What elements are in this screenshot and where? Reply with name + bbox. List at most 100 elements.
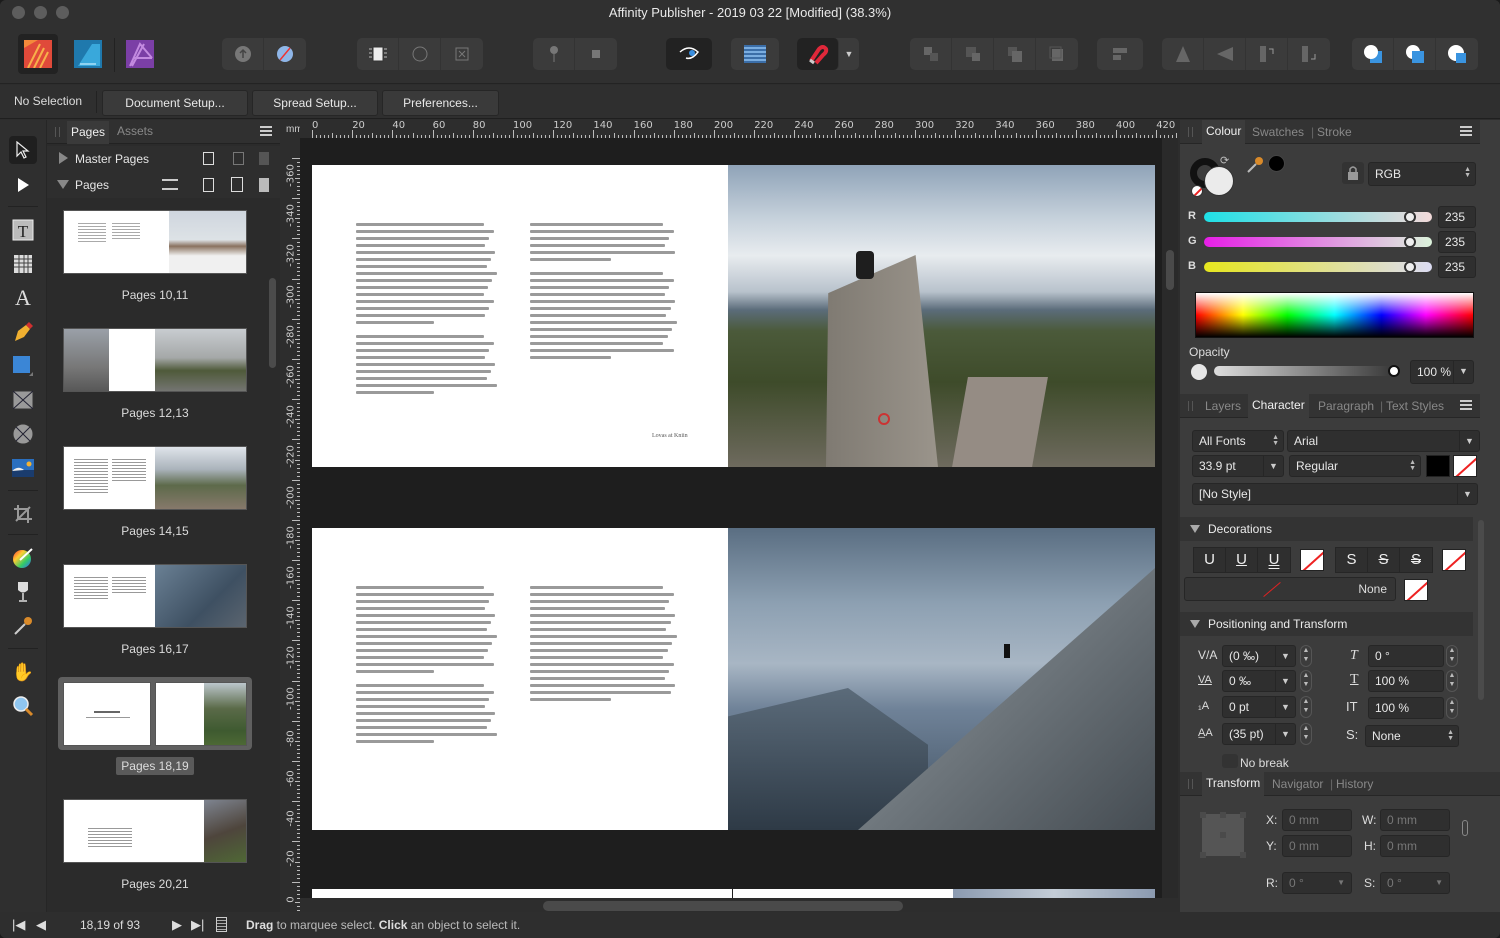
opacity-slider-knob[interactable] <box>1388 365 1400 377</box>
vector-crop-tool[interactable] <box>9 500 37 528</box>
underline-double-button[interactable]: U <box>1258 548 1290 572</box>
strikethrough-single-button[interactable]: S <box>1368 548 1400 572</box>
font-family-select[interactable]: Arial ▼ <box>1287 430 1480 452</box>
designer-persona-button[interactable] <box>68 34 108 74</box>
leading-stepper[interactable]: ▲ ▼ <box>1300 723 1312 745</box>
photo-climber-on-monument[interactable] <box>728 165 1155 467</box>
channel-slider-r[interactable] <box>1204 211 1432 223</box>
spread-thumbnail-12-13[interactable] <box>63 328 247 392</box>
flow-button[interactable] <box>222 38 264 70</box>
font-style-select[interactable]: Regular ▲ ▼ <box>1289 455 1421 477</box>
underline-button[interactable]: U <box>1194 548 1226 572</box>
colour-spectrum[interactable] <box>1195 292 1474 338</box>
decoration-line-style[interactable]: None <box>1184 577 1396 601</box>
zoom-tool[interactable] <box>9 692 37 720</box>
text-frame-column[interactable] <box>356 223 498 398</box>
snapping-button[interactable] <box>797 38 839 70</box>
vertical-scale-stepper[interactable]: ▲ ▼ <box>1446 697 1458 719</box>
chevron-down-icon[interactable]: ▼ <box>1263 456 1283 476</box>
spread-thumbnail-14-15[interactable] <box>63 446 247 510</box>
view-tool[interactable]: ✋ <box>9 658 37 686</box>
spread-thumbnail-10-11[interactable] <box>63 210 247 274</box>
picked-colour-swatch[interactable] <box>1268 155 1285 172</box>
photo-spread-3[interactable] <box>953 889 1155 898</box>
lock-button[interactable] <box>1342 162 1364 184</box>
tracking-field[interactable]: (0 ‰) ▼ <box>1222 645 1296 667</box>
rotation-field[interactable]: 0 ° ▼ <box>1282 872 1352 894</box>
spread-setup-button[interactable]: Spread Setup... <box>252 90 378 116</box>
canvas-horizontal-scrollbar[interactable] <box>543 901 903 911</box>
pages-section[interactable]: Pages <box>47 172 280 198</box>
tab-pages[interactable]: Pages <box>67 121 110 144</box>
chevron-down-icon[interactable]: ▼ <box>1275 697 1295 717</box>
tab-assets[interactable]: Assets <box>117 124 153 138</box>
link-aspect-icon[interactable] <box>1462 820 1468 836</box>
channel-value-r[interactable]: 235 <box>1438 206 1476 228</box>
no-colour-icon[interactable] <box>1191 185 1203 197</box>
artistic-text-tool[interactable]: A <box>9 284 37 312</box>
strikethrough-button[interactable]: S <box>1336 548 1368 572</box>
inline-button[interactable] <box>575 38 617 70</box>
minimize-window-button[interactable] <box>34 6 47 19</box>
page-left-spread-1[interactable]: Lovas at Kniin <box>312 165 728 467</box>
spread-thumbnail-20-21[interactable] <box>63 799 247 863</box>
font-collection-select[interactable]: All Fonts ▲ ▼ <box>1192 430 1284 452</box>
snapping-options-dropdown[interactable]: ▼ <box>839 38 859 70</box>
text-frame-column[interactable] <box>530 586 678 705</box>
chevron-down-icon[interactable]: ▼ <box>1457 484 1477 504</box>
flip-vertical-button[interactable] <box>1204 38 1246 70</box>
rectangle-tool[interactable] <box>9 352 37 380</box>
shear-field[interactable]: 0 ° <box>1368 645 1444 667</box>
rotate-left-button[interactable] <box>1246 38 1288 70</box>
rotate-right-button[interactable] <box>1288 38 1330 70</box>
pages-scrollbar[interactable] <box>269 278 276 368</box>
master-pages-section[interactable]: Master Pages <box>47 146 280 172</box>
colour-picker-tool[interactable] <box>9 544 37 572</box>
tab-paragraph[interactable]: Paragraph <box>1318 399 1374 413</box>
previous-spread-button[interactable]: ◀ <box>36 917 46 933</box>
underline-colour-swatch[interactable] <box>1300 549 1324 571</box>
spread-thumbnail-18-19-left[interactable] <box>63 682 151 746</box>
baseline-shift-field[interactable]: 0 pt ▼ <box>1222 696 1296 718</box>
shear-angle-field[interactable]: 0 ° ▼ <box>1380 872 1450 894</box>
text-frame-column[interactable] <box>530 223 678 363</box>
baseline-grid-button[interactable] <box>731 38 779 70</box>
kerning-field[interactable]: 0 ‰ ▼ <box>1222 670 1296 692</box>
no-break-checkbox[interactable] <box>1222 754 1238 768</box>
zoom-window-button[interactable] <box>56 6 69 19</box>
tab-stroke[interactable]: Stroke <box>1317 125 1352 139</box>
channel-slider-knob[interactable] <box>1404 261 1417 273</box>
fill-colour-well[interactable] <box>1204 166 1234 196</box>
panel-grip[interactable] <box>1188 127 1193 137</box>
move-to-front-button[interactable] <box>1036 38 1078 70</box>
vertical-scale-field[interactable]: 100 % <box>1368 697 1444 719</box>
ellipse-frame-tool[interactable] <box>9 420 37 448</box>
table-tool[interactable] <box>9 250 37 278</box>
first-spread-button[interactable]: |◀ <box>12 917 25 933</box>
move-forward-one-button[interactable] <box>994 38 1036 70</box>
pen-tool[interactable] <box>9 318 37 346</box>
shear-stepper[interactable]: ▲ ▼ <box>1446 645 1458 667</box>
swap-colours-icon[interactable]: ⟳ <box>1220 154 1229 167</box>
add-master-icon[interactable] <box>203 152 214 165</box>
opacity-slider[interactable] <box>1214 365 1400 377</box>
chevron-down-icon[interactable]: ▼ <box>1275 671 1295 691</box>
tracking-stepper[interactable]: ▲ ▼ <box>1300 645 1312 667</box>
leading-field[interactable]: (35 pt) ▼ <box>1222 723 1296 745</box>
tab-transform[interactable]: Transform <box>1202 772 1265 796</box>
eyedropper-icon[interactable] <box>1246 156 1264 174</box>
close-window-button[interactable] <box>12 6 25 19</box>
decoration-line-colour-swatch[interactable] <box>1404 579 1428 601</box>
node-tool[interactable] <box>9 171 37 199</box>
strikethrough-double-button[interactable]: S <box>1400 548 1432 572</box>
ellipse-frame-button[interactable] <box>399 38 441 70</box>
horizontal-scale-stepper[interactable]: ▲ ▼ <box>1446 670 1458 692</box>
eyedropper-tool[interactable] <box>9 612 37 640</box>
text-colour-swatch[interactable] <box>1426 455 1450 477</box>
typographic-position-select[interactable]: None ▲ ▼ <box>1365 725 1459 747</box>
y-position-field[interactable]: 0 mm <box>1282 835 1352 857</box>
tab-history[interactable]: History <box>1336 777 1373 791</box>
page-left-spread-2[interactable] <box>312 528 728 830</box>
chevron-down-icon[interactable]: ▼ <box>1453 361 1473 383</box>
horizontal-scale-field[interactable]: 100 % <box>1368 670 1444 692</box>
